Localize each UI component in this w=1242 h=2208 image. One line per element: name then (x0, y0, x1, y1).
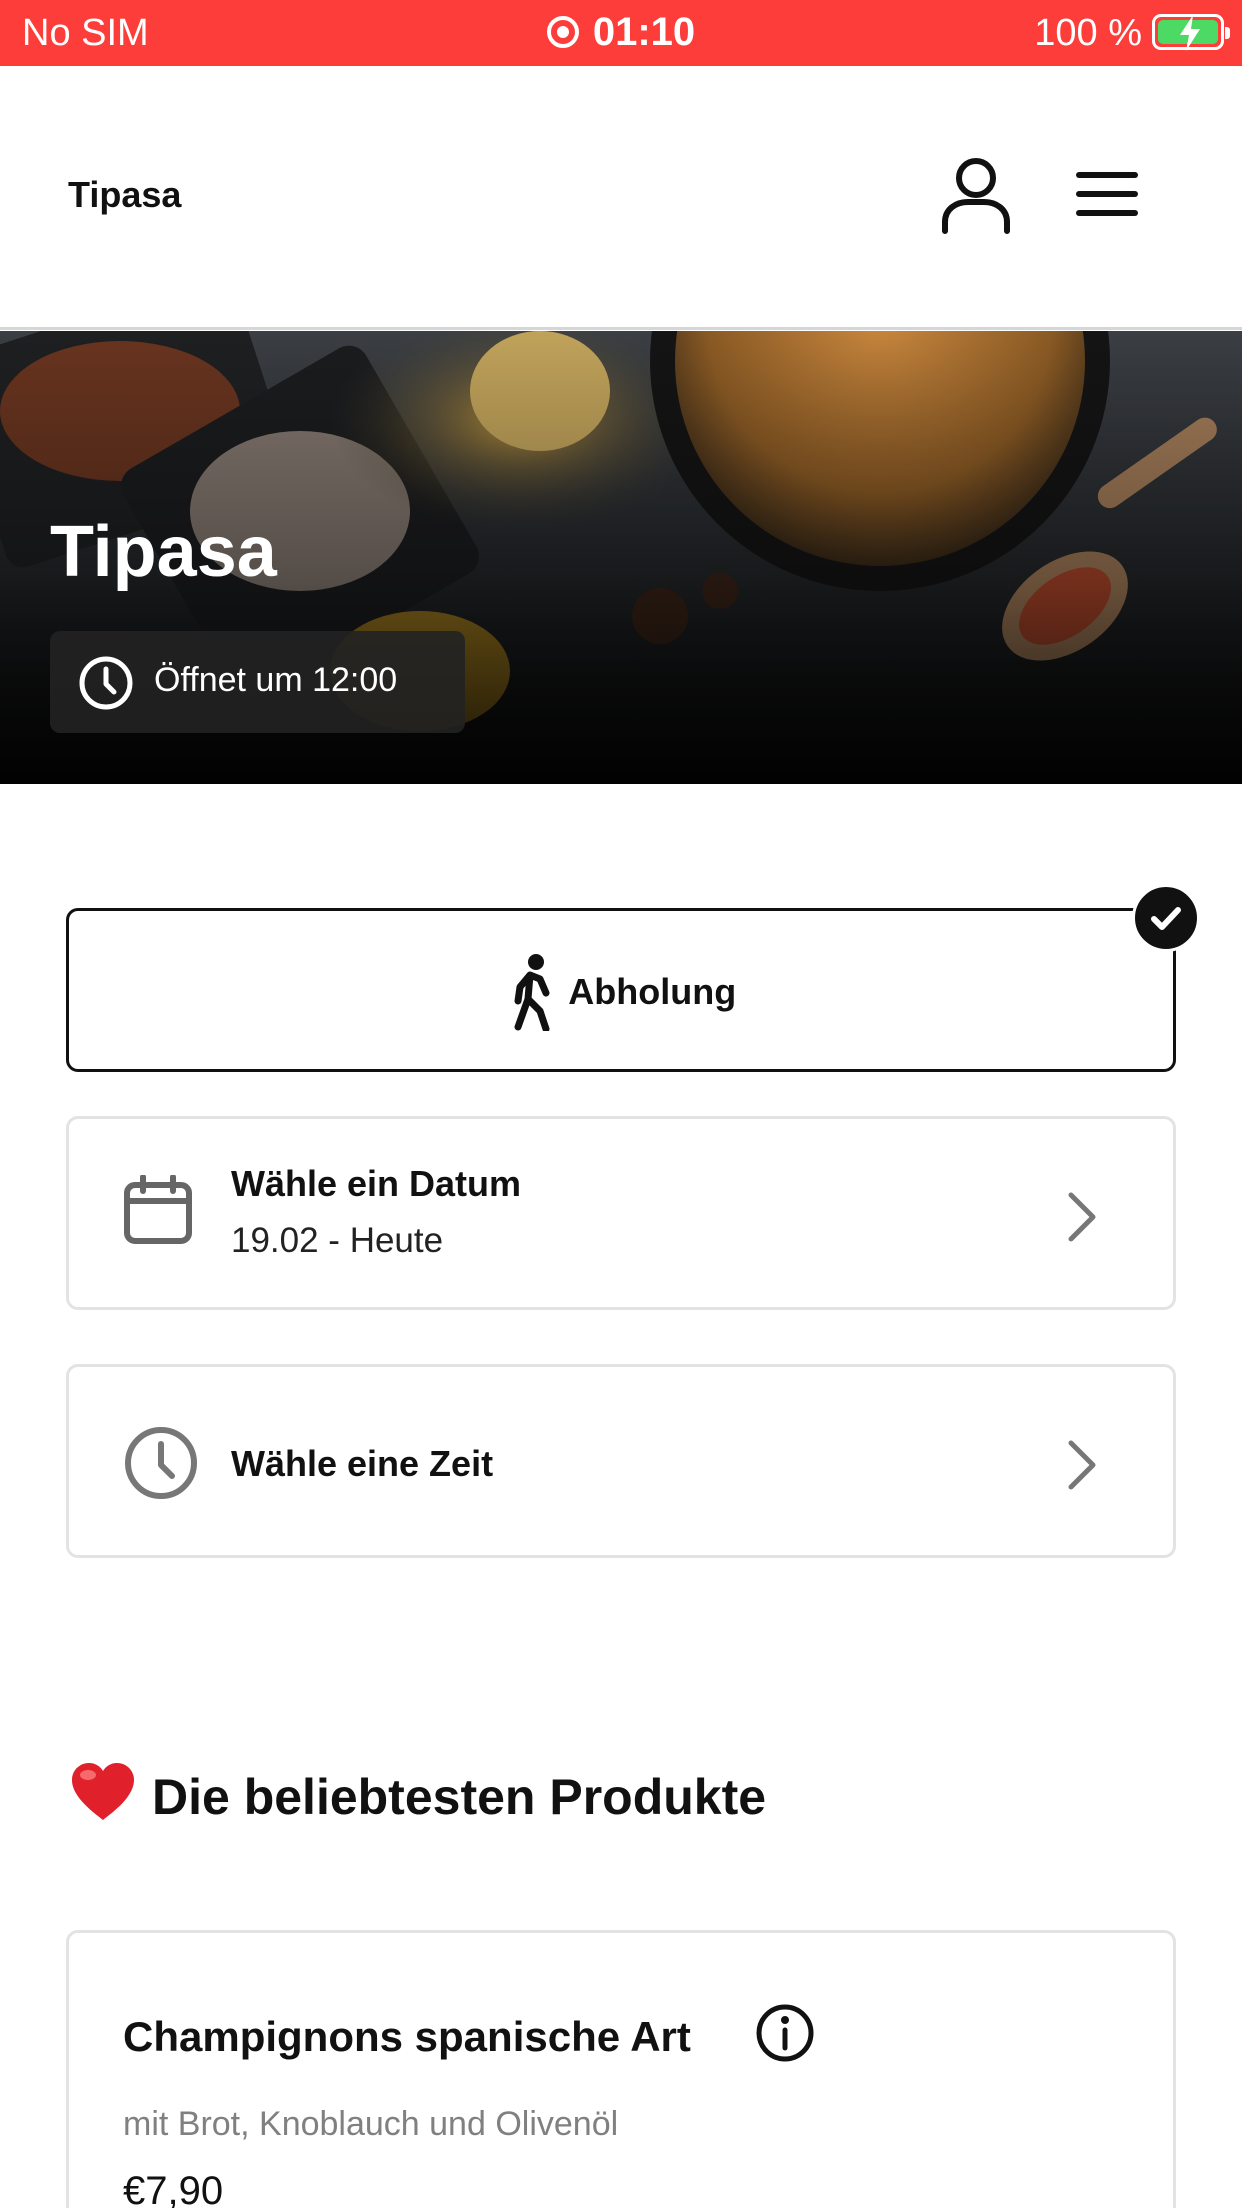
opening-hours-text: Öffnet um 12:00 (154, 661, 398, 699)
product-card[interactable]: Champignons spanische Art mit Brot, Knob… (66, 1930, 1176, 2208)
heart-icon (72, 1763, 134, 1820)
hamburger-menu-button[interactable] (1076, 172, 1140, 220)
popular-products-title: Die beliebtesten Produkte (152, 1769, 767, 1825)
app-header: Tipasa (0, 66, 1242, 330)
time-picker-row[interactable]: Wähle eine Zeit (66, 1364, 1176, 1558)
info-icon[interactable] (755, 2003, 815, 2063)
product-description: mit Brot, Knoblauch und Olivenöl (123, 2105, 619, 2143)
user-icon (942, 158, 1010, 234)
clock-icon (125, 1427, 197, 1499)
status-bar: No SIM 01:10 100 % (0, 0, 1242, 66)
product-name: Champignons spanische Art (123, 2013, 691, 2060)
checkmark-icon (1151, 907, 1181, 930)
time-label: 01:10 (592, 10, 696, 54)
selected-check-badge (1132, 884, 1200, 952)
battery-percent: 100 % (1034, 12, 1142, 54)
date-picker-value: 19.02 - Heute (231, 1221, 444, 1260)
time-picker-title: Wähle eine Zeit (231, 1443, 494, 1484)
hero-banner: Tipasa Öffnet um 12:00 (0, 331, 1242, 784)
battery-icon (1152, 14, 1230, 51)
opening-hours-badge: Öffnet um 12:00 (50, 631, 465, 733)
calendar-icon (124, 1175, 192, 1244)
recording-icon (546, 16, 579, 48)
product-price: €7,90 (123, 2169, 224, 2208)
popular-products-heading: Die beliebtesten Produkte (68, 1760, 766, 1826)
date-picker-title: Wähle ein Datum (231, 1163, 522, 1204)
clock-icon (79, 656, 133, 710)
pickup-label: Abholung (568, 971, 737, 1012)
hero-title: Tipasa (50, 512, 277, 592)
walking-person-icon (514, 954, 550, 1031)
hamburger-menu-icon (1076, 172, 1138, 178)
user-account-button[interactable] (940, 156, 1012, 234)
pickup-option[interactable]: Abholung (66, 908, 1176, 1072)
brand-title: Tipasa (68, 174, 182, 215)
chevron-right-icon (1068, 1440, 1096, 1490)
chevron-right-icon (1068, 1192, 1096, 1242)
date-picker-row[interactable]: Wähle ein Datum 19.02 - Heute (66, 1116, 1176, 1310)
